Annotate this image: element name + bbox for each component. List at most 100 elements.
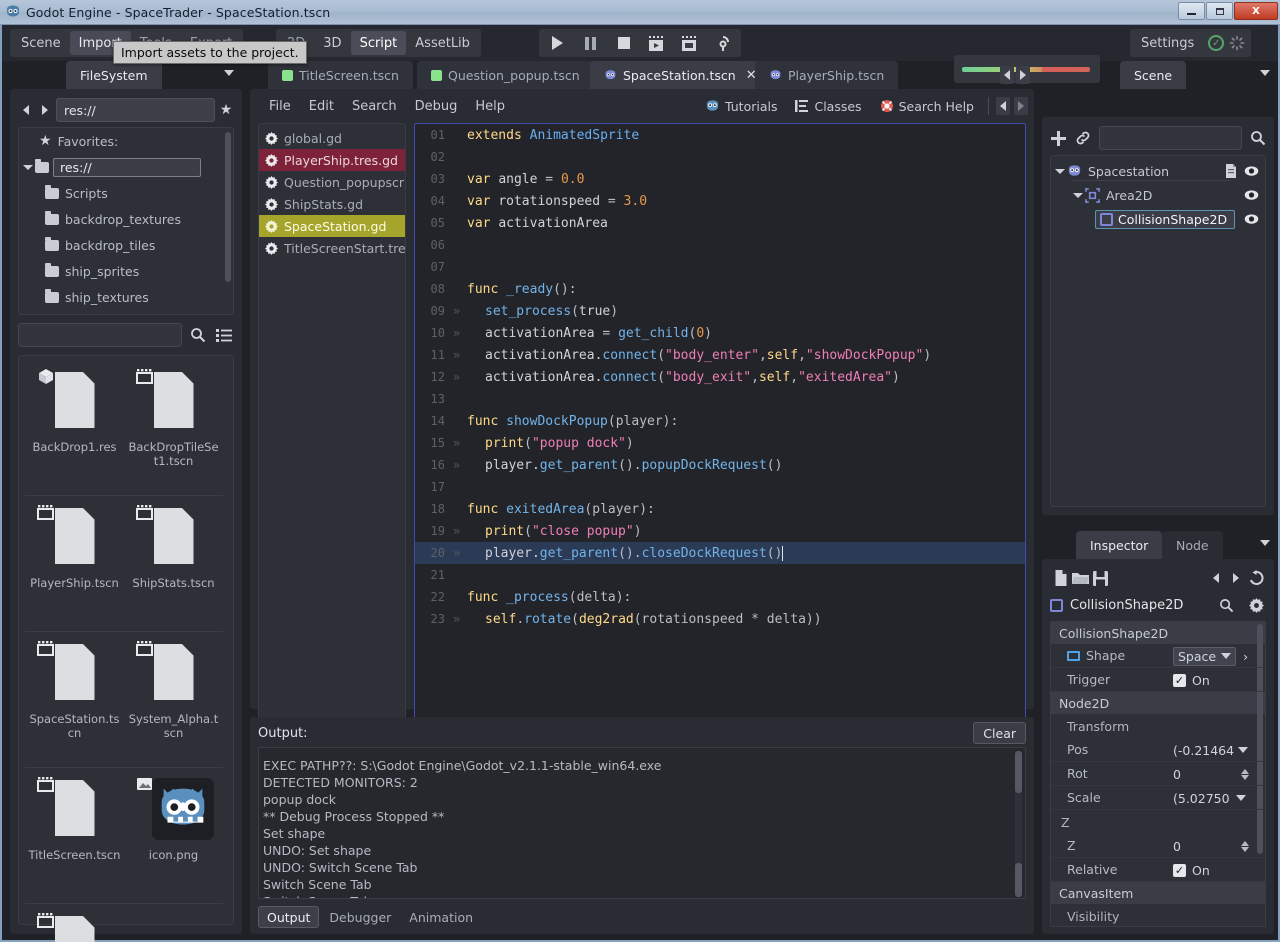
open-resource-icon[interactable] — [1070, 567, 1090, 589]
property-value[interactable]: (-0.21464 — [1173, 738, 1249, 762]
search-icon[interactable] — [188, 324, 208, 346]
expand-shape-icon[interactable]: › — [1243, 649, 1248, 664]
file-item[interactable]: SpaceStation.tscn — [25, 632, 124, 768]
file-item[interactable]: Question_popup.tscn — [25, 904, 124, 942]
code-line[interactable]: 17 — [415, 476, 1025, 498]
chevron-down-icon[interactable] — [1235, 795, 1246, 801]
minimize-button[interactable] — [1178, 2, 1205, 20]
remote-debug-icon[interactable] — [706, 30, 739, 56]
chevron-down-icon[interactable] — [1073, 192, 1083, 198]
property-row-relative[interactable]: Relative ✓ On — [1051, 858, 1265, 882]
scene-tab-spacestation[interactable]: SpaceStation.tscn ✕ — [590, 61, 771, 89]
property-row-z[interactable]: Z 0 — [1051, 834, 1265, 858]
trigger-checkbox[interactable]: ✓ — [1173, 673, 1186, 687]
scene-dock-tab[interactable]: Scene — [1120, 61, 1187, 89]
file-item[interactable]: BackDrop1.res — [25, 360, 124, 496]
script-list-item[interactable]: SpaceStation.gd — [259, 215, 405, 237]
search-icon[interactable] — [1250, 130, 1266, 146]
code-line[interactable]: 05 var activationArea — [415, 212, 1025, 234]
output-scrollbar[interactable] — [1015, 751, 1022, 897]
script-list-item[interactable]: TitleScreenStart.tre — [259, 237, 405, 259]
code-line[interactable]: 18 func exitedArea(player): — [415, 498, 1025, 520]
filesystem-search-input[interactable] — [18, 323, 183, 347]
file-item[interactable]: icon.png — [124, 768, 223, 904]
scene-node-collisionshape2d[interactable]: CollisionShape2D — [1051, 207, 1265, 231]
filesystem-dock-menu-icon[interactable] — [224, 70, 234, 76]
output-log[interactable]: EXEC PATHP??: S:\Godot Engine\Godot_v2.1… — [258, 747, 1026, 899]
tab-node[interactable]: Node — [1162, 531, 1223, 559]
tree-item-backdrop-textures[interactable]: backdrop_textures — [19, 206, 233, 232]
menu-scene[interactable]: Scene — [12, 31, 70, 55]
chevron-down-icon[interactable] — [23, 164, 33, 170]
nav-forward-icon[interactable] — [37, 99, 53, 121]
tree-item-spacestation-textures[interactable]: spacestation_textures — [19, 310, 233, 314]
list-view-icon[interactable] — [214, 324, 234, 346]
scene-node-spacestation[interactable]: Spacestation — [1051, 159, 1265, 183]
property-value[interactable]: ✓ On — [1173, 858, 1210, 882]
tree-item-ship-textures[interactable]: ship_textures — [19, 284, 233, 310]
settings-button[interactable]: Settings — [1132, 31, 1203, 55]
script-menu-help[interactable]: Help — [466, 94, 514, 118]
play-scene-icon[interactable] — [640, 30, 673, 56]
save-resource-icon[interactable] — [1090, 567, 1110, 589]
clear-button[interactable]: Clear — [973, 722, 1026, 744]
classes-button[interactable]: Classes — [788, 94, 868, 118]
close-button[interactable]: X — [1234, 2, 1278, 20]
code-line[interactable]: 15 » print("popup dock") — [415, 432, 1025, 454]
property-value[interactable]: Space › — [1173, 644, 1248, 668]
script-menu-edit[interactable]: Edit — [300, 94, 343, 118]
visibility-eye-icon[interactable] — [1244, 164, 1259, 178]
script-list-item[interactable]: ShipStats.gd — [259, 193, 405, 215]
link-scene-icon[interactable] — [1075, 130, 1091, 146]
visibility-eye-icon[interactable] — [1244, 188, 1259, 202]
code-line[interactable]: 11 » activationArea.connect("body_enter",s… — [415, 344, 1025, 366]
favorite-star-icon[interactable]: ★ — [218, 99, 234, 121]
script-menu-debug[interactable]: Debug — [406, 94, 467, 118]
pause-icon[interactable] — [574, 30, 607, 56]
chevron-down-icon[interactable] — [1238, 747, 1249, 753]
filesystem-path-field[interactable]: res:// — [56, 98, 215, 122]
z-spinner[interactable] — [1240, 840, 1249, 852]
scene-filter-input[interactable] — [1099, 126, 1242, 150]
tab-inspector[interactable]: Inspector — [1076, 531, 1163, 559]
code-line[interactable]: 23 » self.rotate(deg2rad(rotationspeed * d… — [415, 608, 1025, 630]
visibility-eye-icon[interactable] — [1244, 212, 1259, 226]
code-line[interactable]: 07 — [415, 256, 1025, 278]
script-list-item[interactable]: PlayerShip.tres.gd — [259, 149, 405, 171]
scene-tab-questionpopup[interactable]: Question_popup.tscn — [417, 61, 594, 89]
filesystem-dock-tab[interactable]: FileSystem — [66, 61, 162, 89]
code-line[interactable]: 06 — [415, 234, 1025, 256]
code-line[interactable]: 14 func showDockPopup(player): — [415, 410, 1025, 432]
property-value[interactable]: 0 — [1173, 762, 1249, 786]
script-list-item[interactable]: global.gd — [259, 127, 405, 149]
code-line[interactable]: 04 var rotationspeed = 3.0 — [415, 190, 1025, 212]
property-value[interactable]: (5.02750 — [1173, 786, 1246, 810]
tab-output[interactable]: Output — [258, 906, 320, 928]
tree-item-favorites[interactable]: ★ Favorites: — [19, 128, 233, 154]
inspector-dock-menu-icon[interactable] — [1260, 540, 1270, 546]
code-line[interactable]: 22 func _process(delta): — [415, 586, 1025, 608]
scene-tab-titlescreen[interactable]: TitleScreen.tscn — [268, 61, 413, 89]
attached-script-icon[interactable] — [1223, 164, 1237, 178]
scroll-right-icon[interactable] — [1016, 66, 1030, 84]
relative-checkbox[interactable]: ✓ — [1173, 863, 1186, 877]
code-line[interactable]: 02 — [415, 146, 1025, 168]
code-line[interactable]: 21 — [415, 564, 1025, 586]
property-row-rot[interactable]: Rot 0 — [1051, 762, 1265, 786]
script-history-back-icon[interactable] — [996, 97, 1010, 115]
file-item[interactable]: PlayerShip.tscn — [25, 496, 124, 632]
scene-tab-playership[interactable]: PlayerShip.tscn — [755, 61, 899, 89]
shape-dropdown[interactable]: Space — [1173, 646, 1237, 666]
scroll-left-icon[interactable] — [1000, 66, 1014, 84]
code-line[interactable]: 01 extends AnimatedSprite — [415, 124, 1025, 146]
file-item[interactable]: ShipStats.tscn — [124, 496, 223, 632]
mode-3d[interactable]: 3D — [314, 31, 350, 55]
code-line[interactable]: 08 func _ready(): — [415, 278, 1025, 300]
property-row-pos[interactable]: Pos (-0.21464 — [1051, 738, 1265, 762]
code-line[interactable]: 03 var angle = 0.0 — [415, 168, 1025, 190]
code-line[interactable]: 16 » player.get_parent().popupDockRequest(… — [415, 454, 1025, 476]
inspector-forward-icon[interactable] — [1226, 567, 1246, 589]
scene-dock-menu-icon[interactable] — [1260, 70, 1270, 76]
script-history-forward-icon[interactable] — [1014, 97, 1028, 115]
maximize-button[interactable] — [1206, 2, 1233, 20]
